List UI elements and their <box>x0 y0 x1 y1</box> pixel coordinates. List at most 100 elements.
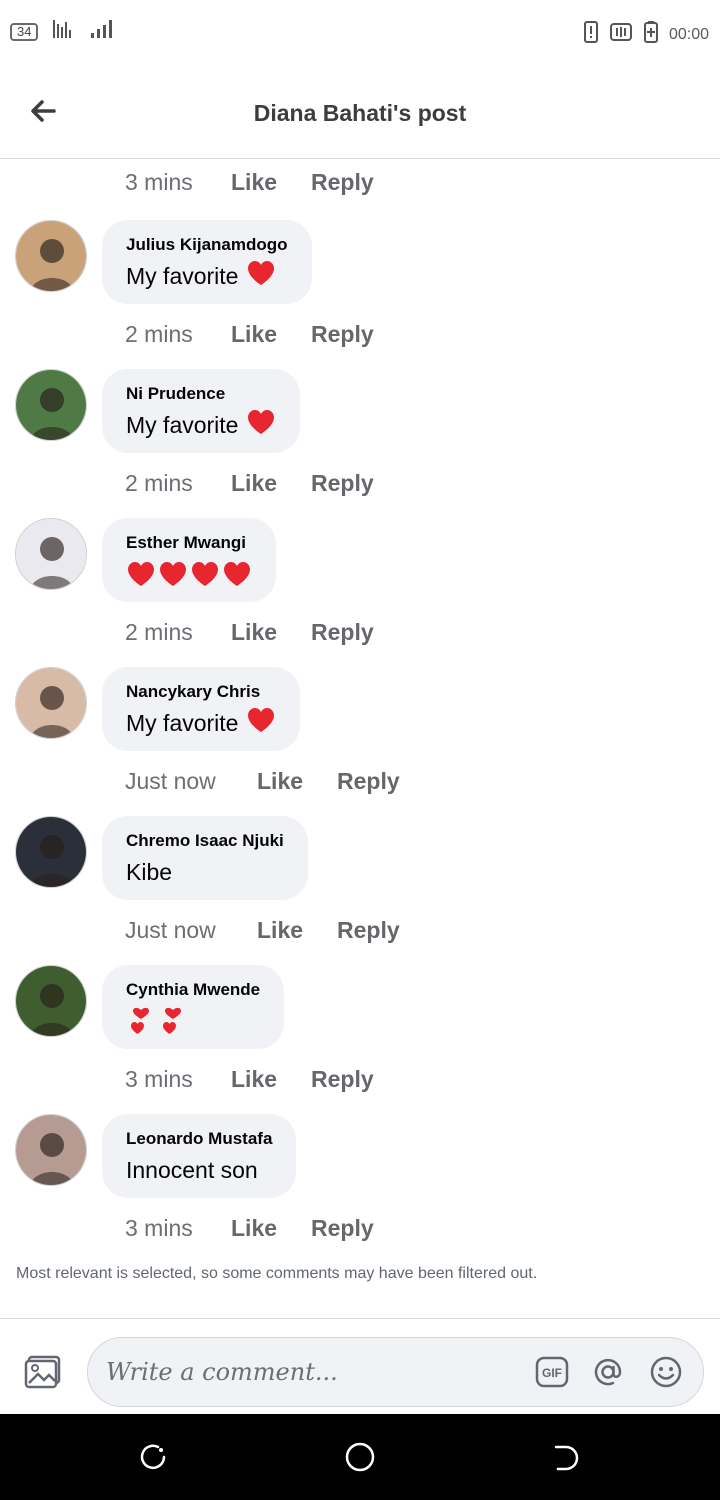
reply-button[interactable]: Reply <box>311 321 374 348</box>
comment-input-box[interactable]: GIF <box>87 1337 704 1407</box>
comment: Chremo Isaac Njuki Kibe Just now Like Re… <box>0 816 720 965</box>
comment-time: 2 mins <box>125 469 193 496</box>
heart-exclamation-emoji-icon <box>163 1007 181 1034</box>
comment-time: 2 mins <box>125 618 193 645</box>
comment-bubble[interactable]: Nancykary Chris My favorite <box>102 667 301 751</box>
avatar-image <box>16 370 86 440</box>
comment-time: 3 mins <box>125 1214 193 1241</box>
emoji-slot <box>126 560 252 588</box>
comment-body: Innocent son <box>126 1155 272 1185</box>
reply-button[interactable]: Reply <box>337 917 400 944</box>
filter-notice: Most relevant is selected, so some comme… <box>16 1265 538 1282</box>
status-bar: 34 00:00 <box>0 0 720 64</box>
emoji-slot <box>246 706 276 740</box>
avatar-image <box>16 668 86 738</box>
back-icon <box>554 1445 579 1471</box>
reply-button[interactable]: Reply <box>311 470 374 497</box>
heart-emoji-icon <box>160 562 186 586</box>
comment-body: My favorite <box>126 410 276 440</box>
comment-text: My favorite <box>126 709 239 736</box>
heart-emoji-icon <box>192 562 218 586</box>
status-bar-right: 00:00 <box>583 20 709 49</box>
photo-button[interactable] <box>24 1355 62 1389</box>
recents-button[interactable] <box>138 1442 168 1472</box>
comment-meta: 2 mins Like Reply <box>125 468 374 498</box>
comment-bubble[interactable]: Julius Kijanamdogo My favorite <box>102 220 312 304</box>
mention-button[interactable] <box>590 1354 626 1390</box>
comment-meta: Just now Like Reply <box>125 915 400 945</box>
avatar-image <box>16 966 86 1036</box>
reply-button[interactable]: Reply <box>311 619 374 646</box>
reply-button[interactable]: Reply <box>311 1215 374 1242</box>
comment-bubble[interactable]: Leonardo Mustafa Innocent son <box>102 1114 297 1198</box>
like-button[interactable]: Like <box>231 1215 311 1242</box>
signal-icon <box>52 18 76 45</box>
comment: Ni Prudence My favorite 2 mins Like Repl… <box>0 369 720 518</box>
home-icon <box>345 1442 375 1472</box>
comment-text: Kibe <box>126 858 173 885</box>
comment-bubble[interactable]: Cynthia Mwende <box>102 965 285 1049</box>
avatar-image <box>16 817 86 887</box>
reply-button[interactable]: Reply <box>311 1066 374 1093</box>
back-nav-button[interactable] <box>552 1442 582 1472</box>
comment: Nancykary Chris My favorite Just now Lik… <box>0 667 720 816</box>
like-button[interactable]: Like <box>231 470 311 497</box>
phone-alert-icon <box>583 20 599 49</box>
comment-bubble[interactable]: Esther Mwangi <box>102 518 276 602</box>
comment-time: 2 mins <box>125 320 193 347</box>
like-button[interactable]: Like <box>231 1066 311 1093</box>
comment-composer: GIF <box>0 1318 720 1414</box>
comment-body: My favorite <box>126 261 288 291</box>
comment: Leonardo Mustafa Innocent son 3 mins Lik… <box>0 1114 720 1263</box>
reply-button[interactable]: Reply <box>311 169 374 196</box>
comment-time: 3 mins <box>125 1065 193 1092</box>
emoji-button[interactable] <box>648 1354 684 1390</box>
gif-label: GIF <box>542 1366 562 1380</box>
gif-button[interactable]: GIF <box>534 1354 570 1390</box>
system-navigation-bar <box>0 1414 720 1500</box>
like-button[interactable]: Like <box>257 768 337 795</box>
avatar[interactable] <box>15 518 87 590</box>
mention-icon <box>594 1358 622 1386</box>
photo-icon <box>24 1355 61 1389</box>
comment-meta: 3 mins Like Reply <box>125 1213 374 1243</box>
recents-icon <box>140 1444 166 1470</box>
comment-body: My favorite <box>126 708 276 738</box>
avatar-image <box>16 1115 86 1185</box>
comment-author[interactable]: Leonardo Mustafa <box>126 1129 272 1149</box>
home-button[interactable] <box>345 1442 375 1472</box>
comment-author[interactable]: Julius Kijanamdogo <box>126 235 288 255</box>
comment-time: Just now <box>125 767 216 794</box>
comment-bubble[interactable]: Chremo Isaac Njuki Kibe <box>102 816 308 900</box>
comment-meta: Just now Like Reply <box>125 766 400 796</box>
like-button[interactable]: Like <box>231 619 311 646</box>
comment-input[interactable] <box>106 1350 526 1394</box>
avatar[interactable] <box>15 816 87 888</box>
battery-icon <box>643 20 659 49</box>
comment-author[interactable]: Esther Mwangi <box>126 533 252 553</box>
like-button[interactable]: Like <box>231 321 311 348</box>
heart-emoji-icon <box>248 261 275 285</box>
comment-text: My favorite <box>126 411 239 438</box>
comment-body <box>126 1006 260 1036</box>
comment-time: 3 mins <box>125 168 193 195</box>
comment-author[interactable]: Chremo Isaac Njuki <box>126 831 284 851</box>
signal-strength-icon <box>90 18 114 45</box>
avatar[interactable] <box>15 1114 87 1186</box>
avatar[interactable] <box>15 369 87 441</box>
avatar[interactable] <box>15 667 87 739</box>
comment-bubble[interactable]: Ni Prudence My favorite <box>102 369 301 453</box>
avatar[interactable] <box>15 965 87 1037</box>
notification-count-badge: 34 <box>10 22 39 41</box>
like-button[interactable]: Like <box>231 169 311 196</box>
reply-button[interactable]: Reply <box>337 768 400 795</box>
comment-author[interactable]: Cynthia Mwende <box>126 980 260 1000</box>
emoji-slot <box>126 1005 188 1037</box>
like-button[interactable]: Like <box>257 917 337 944</box>
status-bar-left: 34 <box>10 18 114 45</box>
emoji-slot <box>246 408 276 442</box>
avatar[interactable] <box>15 220 87 292</box>
comment-meta: 3 mins Like Reply <box>125 1064 374 1094</box>
comment-author[interactable]: Nancykary Chris <box>126 682 276 702</box>
comment-author[interactable]: Ni Prudence <box>126 384 276 404</box>
